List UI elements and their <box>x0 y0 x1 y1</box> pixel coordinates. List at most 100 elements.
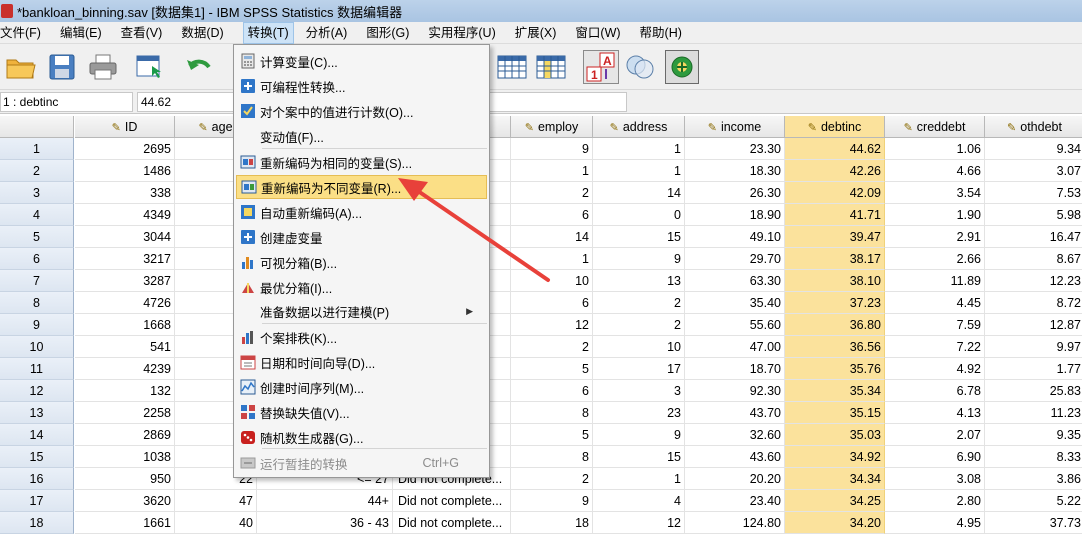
menu-extensions[interactable]: 扩展(X) <box>515 23 562 43</box>
cell-address[interactable]: 9 <box>593 248 685 270</box>
row-number[interactable]: 5 <box>0 226 74 248</box>
cell-income[interactable]: 18.30 <box>685 160 785 182</box>
cell-id[interactable]: 2695 <box>75 138 175 160</box>
row-number[interactable]: 10 <box>0 336 74 358</box>
cell-edtxt[interactable]: Did not complete... <box>393 490 511 512</box>
cell-debtinc[interactable]: 35.15 <box>785 402 885 424</box>
cell-address[interactable]: 17 <box>593 358 685 380</box>
cell-employ[interactable]: 2 <box>511 182 593 204</box>
cell-address[interactable]: 12 <box>593 512 685 534</box>
cell-debtinc[interactable]: 34.34 <box>785 468 885 490</box>
cell-id[interactable]: 3287 <box>75 270 175 292</box>
cell-income[interactable]: 43.60 <box>685 446 785 468</box>
cell-income[interactable]: 18.70 <box>685 358 785 380</box>
menu-help[interactable]: 帮助(H) <box>640 23 687 43</box>
cell-income[interactable]: 32.60 <box>685 424 785 446</box>
cell-debtinc[interactable]: 42.09 <box>785 182 885 204</box>
row-number[interactable]: 9 <box>0 314 74 336</box>
menu-item-create-dummy[interactable]: 创建虚变量 <box>236 225 487 249</box>
row-number[interactable]: 13 <box>0 402 74 424</box>
cell-creddebt[interactable]: 7.22 <box>885 336 985 358</box>
cell-othdebt[interactable]: 16.47 <box>985 226 1082 248</box>
venn-icon[interactable] <box>624 52 656 82</box>
row-number[interactable]: 2 <box>0 160 74 182</box>
cell-ed[interactable]: 44+ <box>257 490 393 512</box>
cell-debtinc[interactable]: 39.47 <box>785 226 885 248</box>
print-icon[interactable] <box>87 52 119 82</box>
cell-employ[interactable]: 6 <box>511 380 593 402</box>
cell-employ[interactable]: 5 <box>511 424 593 446</box>
col-header-employ[interactable]: ✎ employ <box>511 116 593 138</box>
cell-address[interactable]: 15 <box>593 446 685 468</box>
menu-window[interactable]: 窗口(W) <box>575 23 625 43</box>
cell-id[interactable]: 132 <box>75 380 175 402</box>
cell-creddebt[interactable]: 1.90 <box>885 204 985 226</box>
cell-employ[interactable]: 2 <box>511 336 593 358</box>
cell-id[interactable]: 4726 <box>75 292 175 314</box>
row-number[interactable]: 15 <box>0 446 74 468</box>
cell-age[interactable]: 40 <box>175 512 257 534</box>
cell-creddebt[interactable]: 11.89 <box>885 270 985 292</box>
cell-employ[interactable]: 1 <box>511 160 593 182</box>
grid-table-icon[interactable] <box>496 52 528 82</box>
cell-age[interactable]: 47 <box>175 490 257 512</box>
menu-item-auto-recode[interactable]: 自动重新编码(A)... <box>236 200 487 224</box>
row-number[interactable]: 7 <box>0 270 74 292</box>
cell-address[interactable]: 23 <box>593 402 685 424</box>
cell-othdebt[interactable]: 3.86 <box>985 468 1082 490</box>
cell-income[interactable]: 55.60 <box>685 314 785 336</box>
cell-othdebt[interactable]: 8.72 <box>985 292 1082 314</box>
cell-id[interactable]: 1668 <box>75 314 175 336</box>
cell-debtinc[interactable]: 41.71 <box>785 204 885 226</box>
cell-ed[interactable]: 36 - 43 <box>257 512 393 534</box>
cell-id[interactable]: 3620 <box>75 490 175 512</box>
cell-debtinc[interactable]: 34.20 <box>785 512 885 534</box>
cell-creddebt[interactable]: 3.08 <box>885 468 985 490</box>
cell-id[interactable]: 4239 <box>75 358 175 380</box>
cell-income[interactable]: 43.70 <box>685 402 785 424</box>
cell-othdebt[interactable]: 12.87 <box>985 314 1082 336</box>
col-header-othdebt[interactable]: ✎ othdebt <box>985 116 1082 138</box>
cell-id[interactable]: 3217 <box>75 248 175 270</box>
row-number[interactable]: 1 <box>0 138 74 160</box>
cell-creddebt[interactable]: 4.66 <box>885 160 985 182</box>
row-number[interactable]: 14 <box>0 424 74 446</box>
row-number[interactable]: 12 <box>0 380 74 402</box>
cell-address[interactable]: 1 <box>593 138 685 160</box>
cell-employ[interactable]: 18 <box>511 512 593 534</box>
cell-address[interactable]: 1 <box>593 468 685 490</box>
cell-address[interactable]: 15 <box>593 226 685 248</box>
cell-othdebt[interactable]: 1.77 <box>985 358 1082 380</box>
cell-debtinc[interactable]: 42.26 <box>785 160 885 182</box>
menu-item-replace-missing[interactable]: 替换缺失值(V)... <box>236 400 487 424</box>
cell-employ[interactable]: 8 <box>511 402 593 424</box>
cell-income[interactable]: 18.90 <box>685 204 785 226</box>
menu-item-programmability-transform[interactable]: 可编程性转换... <box>236 74 487 98</box>
menu-item-visual-binning[interactable]: 可视分箱(B)... <box>236 250 487 274</box>
col-header-id[interactable]: ✎ ID <box>75 116 175 138</box>
menu-item-random-number-generator[interactable]: 随机数生成器(G)... <box>236 425 487 449</box>
cell-othdebt[interactable]: 5.22 <box>985 490 1082 512</box>
cell-employ[interactable]: 9 <box>511 138 593 160</box>
menu-item-prepare-data-modeling[interactable]: 准备数据以进行建模(P) ▶ <box>236 299 487 323</box>
menu-view[interactable]: 查看(V) <box>121 23 168 43</box>
menu-item-rank-cases[interactable]: 个案排秩(K)... <box>236 325 487 349</box>
cell-debtinc[interactable]: 44.62 <box>785 138 885 160</box>
cell-income[interactable]: 63.30 <box>685 270 785 292</box>
cell-othdebt[interactable]: 8.33 <box>985 446 1082 468</box>
row-number[interactable]: 4 <box>0 204 74 226</box>
cell-creddebt[interactable]: 7.59 <box>885 314 985 336</box>
menu-item-recode-different[interactable]: 重新编码为不同变量(R)... <box>236 175 487 199</box>
cell-address[interactable]: 3 <box>593 380 685 402</box>
cell-income[interactable]: 20.20 <box>685 468 785 490</box>
cell-debtinc[interactable]: 34.25 <box>785 490 885 512</box>
col-header-address[interactable]: ✎ address <box>593 116 685 138</box>
menu-item-date-time-wizard[interactable]: 日期和时间向导(D)... <box>236 350 487 374</box>
col-header-income[interactable]: ✎ income <box>685 116 785 138</box>
cell-income[interactable]: 35.40 <box>685 292 785 314</box>
menu-utilities[interactable]: 实用程序(U) <box>428 23 500 43</box>
menu-item-compute-variable[interactable]: 计算变量(C)... <box>236 49 487 73</box>
cell-creddebt[interactable]: 6.90 <box>885 446 985 468</box>
cell-debtinc[interactable]: 35.76 <box>785 358 885 380</box>
cell-creddebt[interactable]: 4.45 <box>885 292 985 314</box>
